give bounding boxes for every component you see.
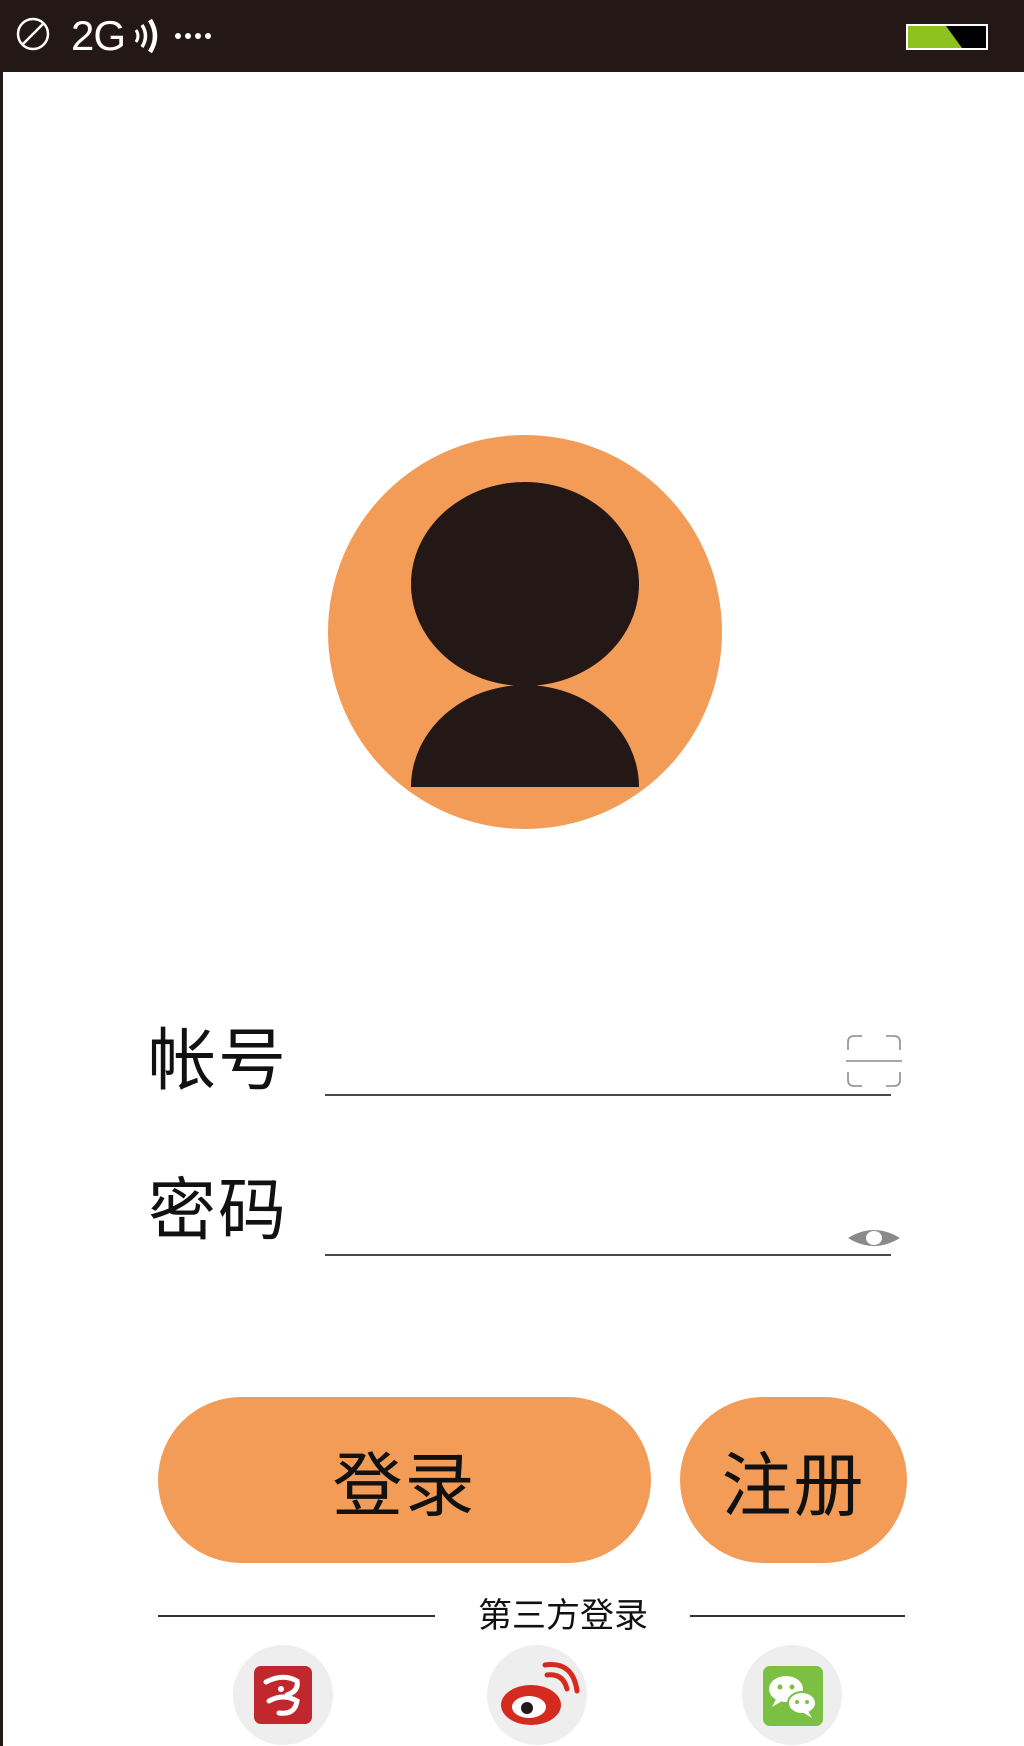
left-edge-rule [0,0,3,1746]
wechat-icon [763,1666,823,1726]
network-type: 2G [71,12,126,59]
third-party-login-label: 第三方登录 [478,1596,648,1636]
eye-icon[interactable] [846,1226,902,1250]
weibo-icon [501,1662,580,1725]
login-button[interactable]: 登录 [158,1397,651,1563]
status-bar: 2G [0,0,1024,72]
register-button[interactable]: 注册 [680,1397,907,1563]
scan-icon[interactable] [846,1034,902,1088]
no-sim-icon [16,17,50,51]
battery-icon [906,24,988,50]
yixin-login-button[interactable] [233,1645,333,1745]
wechat-login-button[interactable] [742,1645,842,1745]
account-input[interactable] [325,1038,891,1096]
yixin-icon [254,1666,312,1724]
weibo-login-button[interactable] [487,1645,587,1745]
user-avatar-icon [328,435,722,829]
account-label: 帐号 [148,1022,289,1101]
signal-icon [134,18,211,54]
divider-right [690,1615,905,1617]
divider-left [158,1615,435,1617]
password-input[interactable] [325,1198,891,1256]
password-label: 密码 [148,1172,289,1251]
